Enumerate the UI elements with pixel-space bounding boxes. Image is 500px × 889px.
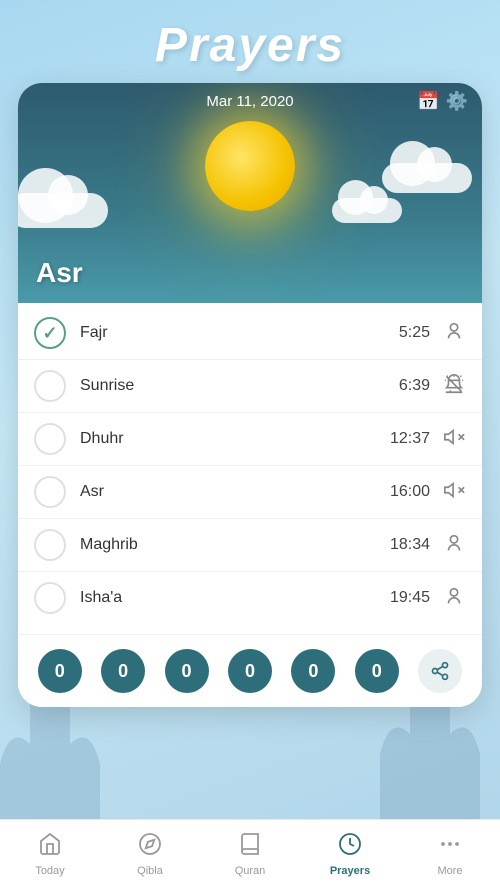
counter-btn-6[interactable]: 0 [355,649,399,693]
fajr-name: Fajr [80,324,399,342]
counter-btn-4[interactable]: 0 [228,649,272,693]
ishaa-sound-icon[interactable] [442,585,466,612]
ishaa-name: Isha'a [80,589,390,607]
ishaa-time: 19:45 [390,589,430,607]
bottom-nav: Today Qibla Quran Prayers [0,819,500,889]
maghrib-sound-icon[interactable] [442,532,466,559]
counter-btn-5[interactable]: 0 [291,649,335,693]
counter-value-1: 0 [55,661,65,682]
settings-icon[interactable]: ⚙️ [446,91,468,112]
nav-quran-label: Quran [235,865,266,877]
nav-more[interactable]: More [400,826,500,883]
counter-value-6: 0 [372,661,382,682]
dhuhr-sound-icon[interactable] [442,426,466,453]
prayer-item-dhuhr[interactable]: Dhuhr 12:37 [18,413,482,466]
prayer-item-asr[interactable]: Asr 16:00 [18,466,482,519]
sunrise-sound-icon[interactable] [442,373,466,400]
nav-prayers[interactable]: Prayers [300,826,400,883]
asr-sound-icon[interactable] [442,479,466,506]
counter-value-2: 0 [118,661,128,682]
share-button[interactable] [418,649,462,693]
asr-name: Asr [80,483,390,501]
maghrib-time: 18:34 [390,536,430,554]
clock-icon [338,832,362,862]
nav-today[interactable]: Today [0,826,100,883]
sunrise-time: 6:39 [399,377,430,395]
counter-value-4: 0 [245,661,255,682]
compass-icon [138,832,162,862]
header-date: Mar 11, 2020 [34,93,466,110]
ishaa-check[interactable] [34,582,66,614]
dhuhr-check[interactable] [34,423,66,455]
sunrise-check[interactable] [34,370,66,402]
counter-row: 0 0 0 0 0 0 [18,634,482,707]
cloud-right2 [332,198,402,223]
counter-btn-1[interactable]: 0 [38,649,82,693]
prayer-list: Fajr 5:25 Sunrise 6:39 [18,303,482,634]
card-header: Mar 11, 2020 📅 ⚙️ Asr [18,83,482,303]
nav-quran[interactable]: Quran [200,826,300,883]
fajr-sound-icon[interactable] [442,320,466,347]
main-card: Mar 11, 2020 📅 ⚙️ Asr Fajr 5:25 [18,83,482,707]
maghrib-check[interactable] [34,529,66,561]
home-icon [38,832,62,862]
current-prayer-label: Asr [36,257,83,289]
fajr-check[interactable] [34,317,66,349]
book-icon [238,832,262,862]
prayer-item-fajr[interactable]: Fajr 5:25 [18,307,482,360]
counter-value-3: 0 [182,661,192,682]
cloud-left [18,193,108,228]
header-icons: 📅 ⚙️ [417,91,468,112]
nav-prayers-label: Prayers [330,865,370,877]
prayer-item-ishaa[interactable]: Isha'a 19:45 [18,572,482,624]
prayer-item-maghrib[interactable]: Maghrib 18:34 [18,519,482,572]
prayer-item-sunrise[interactable]: Sunrise 6:39 [18,360,482,413]
counter-btn-3[interactable]: 0 [165,649,209,693]
page-title: Prayers [0,0,500,73]
asr-time: 16:00 [390,483,430,501]
counter-btn-2[interactable]: 0 [101,649,145,693]
calendar-icon[interactable]: 📅 [417,91,439,112]
header-top-bar: Mar 11, 2020 📅 ⚙️ [18,83,482,120]
more-icon [438,832,462,862]
counter-value-5: 0 [308,661,318,682]
asr-check[interactable] [34,476,66,508]
nav-qibla[interactable]: Qibla [100,826,200,883]
nav-qibla-label: Qibla [137,865,163,877]
nav-more-label: More [437,865,462,877]
nav-today-label: Today [35,865,64,877]
sunrise-name: Sunrise [80,377,399,395]
dhuhr-name: Dhuhr [80,430,390,448]
dhuhr-time: 12:37 [390,430,430,448]
maghrib-name: Maghrib [80,536,390,554]
fajr-time: 5:25 [399,324,430,342]
cloud-right [382,163,472,193]
sun-decoration [205,121,295,211]
